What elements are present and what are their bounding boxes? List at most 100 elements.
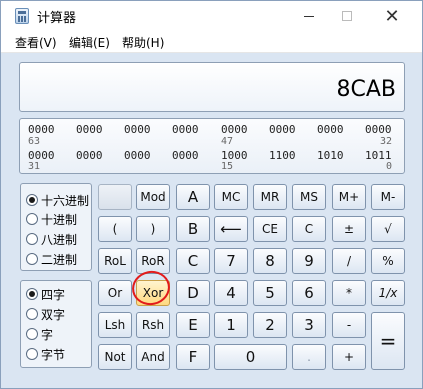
backspace-icon: ⟵ <box>220 220 242 238</box>
bit-group[interactable]: 0000 <box>124 123 151 136</box>
radio-decimal[interactable]: 十进制 <box>26 209 77 229</box>
digit-3-button[interactable]: 3 <box>292 312 326 338</box>
hex-f-button[interactable]: F <box>176 344 210 370</box>
sqrt-button[interactable]: √ <box>371 216 405 242</box>
bit-position-label: 47 <box>221 136 234 147</box>
radio-hex[interactable]: 十六进制 <box>26 190 89 210</box>
digit-0-button[interactable]: 0 <box>214 344 287 370</box>
divide-button[interactable]: / <box>332 248 366 274</box>
calculator-window: 计算器 ✕ 查看(V) 编辑(E) 帮助(H) 8CAB 0000 0000 0… <box>0 0 423 389</box>
backspace-button[interactable]: ⟵ <box>214 216 248 242</box>
hex-b-button[interactable]: B <box>176 216 210 242</box>
number-base-group: 十六进制 十进制 八进制 二进制 <box>20 183 92 271</box>
hex-d-button[interactable]: D <box>176 280 210 306</box>
menu-edit[interactable]: 编辑(E) <box>69 34 110 51</box>
digit-7-button[interactable]: 7 <box>214 248 248 274</box>
menu-view[interactable]: 查看(V) <box>15 34 57 51</box>
and-button[interactable]: And <box>136 344 170 370</box>
bit-group[interactable]: 0000 <box>172 123 199 136</box>
bit-group[interactable]: 0000 <box>124 149 151 162</box>
mod-button[interactable]: Mod <box>136 184 170 210</box>
bit-group[interactable]: 1100 <box>269 149 296 162</box>
hex-e-button[interactable]: E <box>176 312 210 338</box>
bit-group[interactable]: 0000 <box>76 123 103 136</box>
radio-octal[interactable]: 八进制 <box>26 229 77 249</box>
subtract-button[interactable]: - <box>332 312 366 338</box>
digit-1-button[interactable]: 1 <box>214 312 248 338</box>
radio-unchecked-icon <box>26 233 38 245</box>
radio-label: 双字 <box>41 307 66 322</box>
maximize-button[interactable] <box>324 1 370 31</box>
memory-add-button[interactable]: M+ <box>332 184 366 210</box>
decimal-button[interactable]: . <box>292 344 326 370</box>
equals-button[interactable]: = <box>371 312 405 370</box>
radio-label: 四字 <box>41 287 66 302</box>
radio-word[interactable]: 字 <box>26 324 53 344</box>
left-shift-button[interactable]: Lsh <box>98 312 132 338</box>
bit-group[interactable]: 0000 <box>269 123 296 136</box>
radio-unchecked-icon <box>26 328 38 340</box>
title-bar: 计算器 ✕ <box>1 1 422 31</box>
window-title: 计算器 <box>37 11 77 26</box>
menu-bar: 查看(V) 编辑(E) 帮助(H) <box>1 31 422 53</box>
reciprocal-button[interactable]: 1/x <box>371 280 405 306</box>
memory-clear-button[interactable]: MC <box>214 184 248 210</box>
bit-group[interactable]: 1010 <box>317 149 344 162</box>
rotate-left-button[interactable]: RoL <box>98 248 132 274</box>
radio-label: 八进制 <box>41 232 78 247</box>
digit-8-button[interactable]: 8 <box>253 248 287 274</box>
or-button[interactable]: Or <box>98 280 132 306</box>
radio-checked-icon <box>26 194 38 206</box>
bit-display: 0000 0000 0000 0000 0000 0000 0000 0000 … <box>19 118 405 174</box>
digit-2-button[interactable]: 2 <box>253 312 287 338</box>
display-value: 8CAB <box>336 77 396 102</box>
memory-recall-button[interactable]: MR <box>253 184 287 210</box>
radio-label: 十六进制 <box>41 193 90 208</box>
add-button[interactable]: + <box>332 344 366 370</box>
radio-checked-icon <box>26 288 38 300</box>
bit-group[interactable]: 0000 <box>28 123 55 136</box>
radio-unchecked-icon <box>26 213 38 225</box>
memory-subtract-button[interactable]: M- <box>371 184 405 210</box>
radio-unchecked-icon <box>26 253 38 265</box>
bit-group[interactable]: 0000 <box>221 123 248 136</box>
radio-label: 字节 <box>41 347 66 362</box>
maximize-icon <box>342 11 352 21</box>
bit-group[interactable]: 0000 <box>172 149 199 162</box>
bit-group[interactable]: 0000 <box>317 123 344 136</box>
radio-label: 二进制 <box>41 252 78 267</box>
multiply-button[interactable]: * <box>332 280 366 306</box>
close-button[interactable]: ✕ <box>369 1 415 31</box>
radio-label: 字 <box>41 327 54 342</box>
calculator-icon <box>15 8 29 24</box>
bit-position-label: 32 <box>380 136 393 147</box>
right-paren-button[interactable]: ) <box>136 216 170 242</box>
clear-entry-button[interactable]: CE <box>253 216 287 242</box>
digit-9-button[interactable]: 9 <box>292 248 326 274</box>
hex-c-button[interactable]: C <box>176 248 210 274</box>
negate-button[interactable]: ± <box>332 216 366 242</box>
radio-qword[interactable]: 四字 <box>26 284 65 304</box>
radio-byte[interactable]: 字节 <box>26 344 65 364</box>
right-shift-button[interactable]: Rsh <box>136 312 170 338</box>
digit-4-button[interactable]: 4 <box>214 280 248 306</box>
percent-button[interactable]: % <box>371 248 405 274</box>
blank-key <box>98 184 132 210</box>
bit-position-label: 15 <box>221 161 234 172</box>
close-icon: ✕ <box>384 5 400 27</box>
memory-store-button[interactable]: MS <box>292 184 326 210</box>
radio-binary[interactable]: 二进制 <box>26 249 77 269</box>
left-paren-button[interactable]: ( <box>98 216 132 242</box>
menu-help[interactable]: 帮助(H) <box>122 34 164 51</box>
digit-6-button[interactable]: 6 <box>292 280 326 306</box>
radio-dword[interactable]: 双字 <box>26 304 65 324</box>
radio-unchecked-icon <box>26 348 38 360</box>
minimize-icon <box>304 15 314 17</box>
clear-button[interactable]: C <box>292 216 326 242</box>
bit-group[interactable]: 0000 <box>365 123 392 136</box>
digit-5-button[interactable]: 5 <box>253 280 287 306</box>
hex-a-button[interactable]: A <box>176 184 210 210</box>
bit-group[interactable]: 0000 <box>76 149 103 162</box>
bit-position-label: 63 <box>28 136 41 147</box>
not-button[interactable]: Not <box>98 344 132 370</box>
